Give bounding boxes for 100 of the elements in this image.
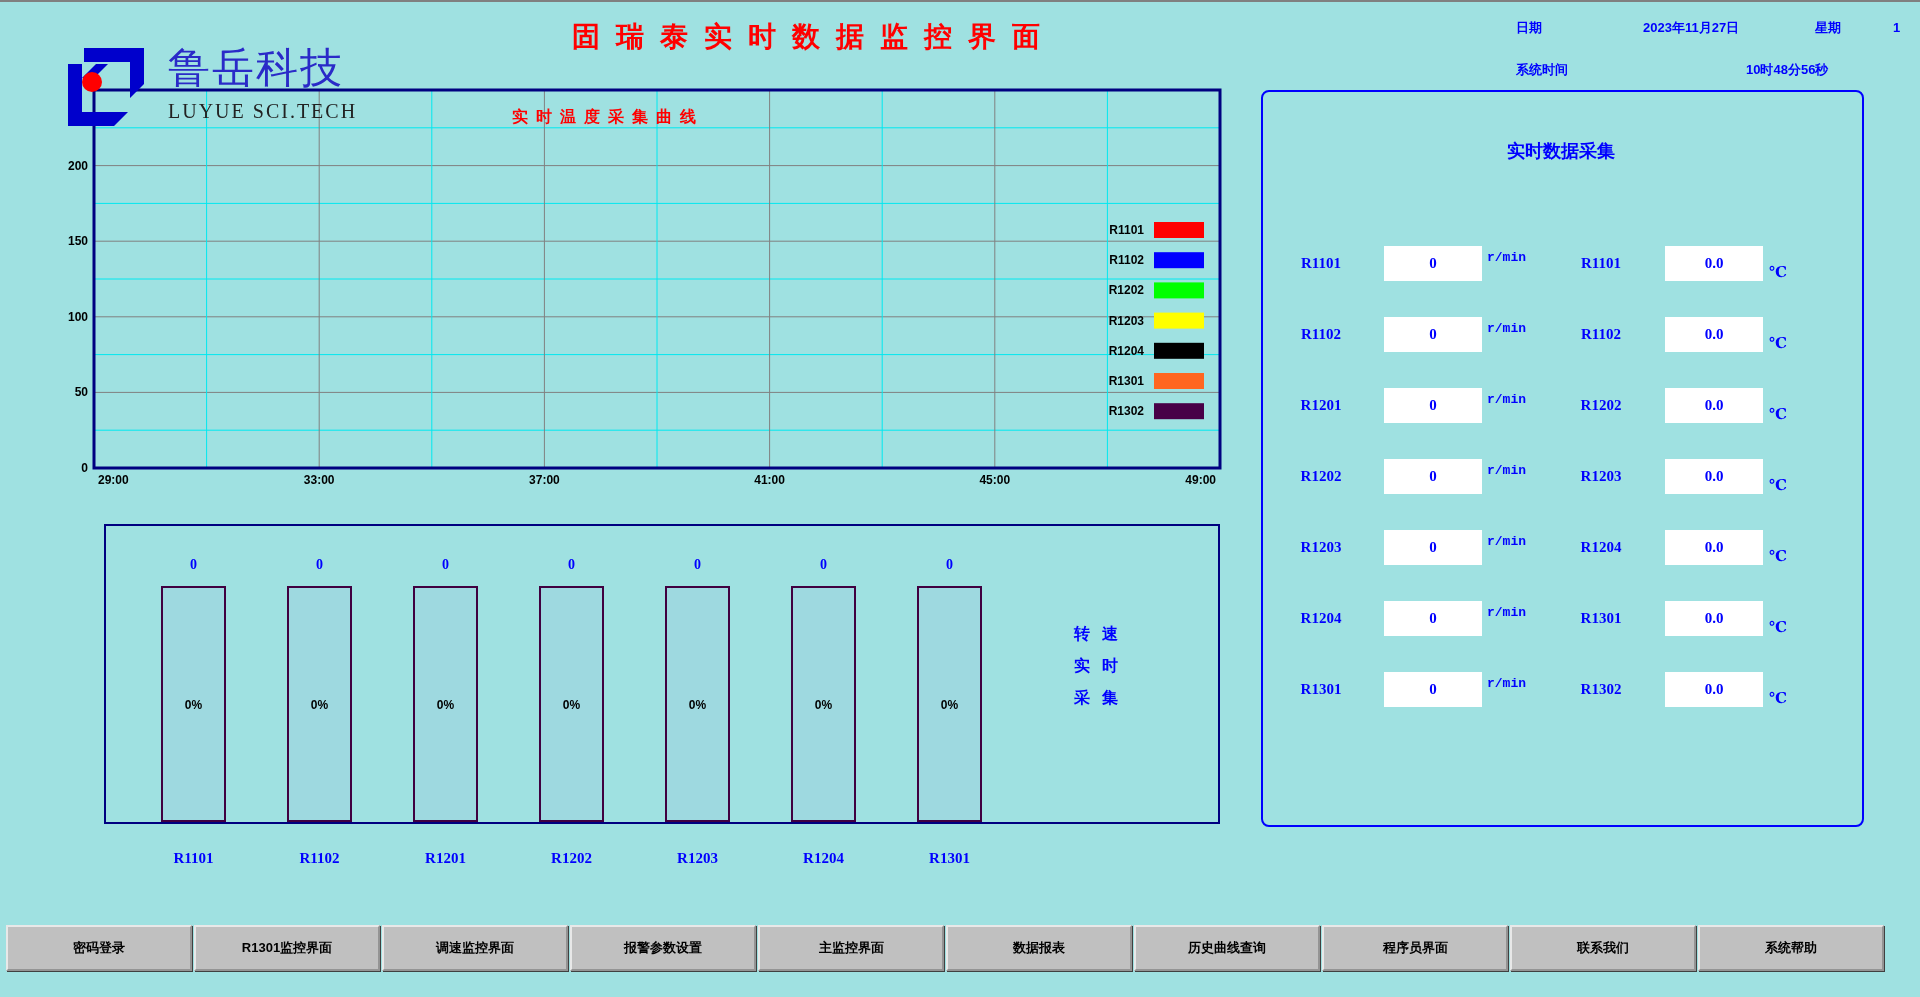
device-label: R1202 (1299, 468, 1343, 485)
unit-label: ℃ (1768, 334, 1788, 352)
x-axis-label: 41:00 (754, 473, 785, 487)
unit-label: ℃ (1768, 689, 1788, 707)
speed-reading: 0 (442, 556, 449, 574)
device-label: R1203 (1299, 539, 1343, 556)
date-value: 2023年11月27日 (1643, 19, 1741, 37)
unit-label: r/min (1486, 534, 1527, 549)
meter-label: R1102 (298, 849, 341, 868)
unit-label: r/min (1486, 392, 1527, 407)
speed-field: 0 (1384, 317, 1482, 352)
y-axis-label: 100 (67, 309, 88, 324)
panel-title: 实时数据采集 (1505, 140, 1616, 162)
nav-button[interactable]: 系统帮助 (1698, 925, 1884, 971)
temperature-field: 0.0 (1665, 530, 1763, 565)
weekday-label: 星期 (1815, 19, 1842, 37)
legend-label: R1302 (1108, 404, 1144, 419)
nav-button[interactable]: 报警参数设置 (570, 925, 756, 971)
device-label: R1101 (1300, 255, 1342, 272)
meter-label: R1203 (676, 849, 719, 868)
y-axis-label: 0 (81, 461, 88, 475)
legend-label: R1102 (1109, 253, 1144, 268)
meter-label: R1204 (802, 849, 845, 868)
nav-button[interactable]: 历史曲线查询 (1134, 925, 1320, 971)
legend-label: R1101 (1109, 223, 1144, 237)
device-label: R1301 (1299, 681, 1343, 698)
temperature-field: 0.0 (1665, 246, 1763, 281)
time-label: 系统时间 (1516, 61, 1569, 79)
nav-button[interactable]: 数据报表 (946, 925, 1132, 971)
nav-button[interactable]: 密码登录 (6, 925, 192, 971)
percent-label: 0% (688, 698, 707, 712)
speed-reading: 0 (694, 556, 701, 574)
device-label: R1102 (1580, 326, 1622, 343)
speed-field: 0 (1384, 601, 1482, 636)
nav-button[interactable]: 程序员界面 (1322, 925, 1508, 971)
device-label: R1201 (1299, 397, 1343, 414)
percent-label: 0% (940, 698, 959, 712)
speed-reading: 0 (190, 556, 197, 574)
unit-label: r/min (1486, 605, 1527, 620)
logo-icon (68, 48, 144, 126)
percent-label: 0% (184, 698, 203, 712)
legend-label: R1202 (1108, 283, 1144, 298)
meter-label: R1202 (550, 849, 593, 868)
percent-label: 0% (436, 698, 455, 712)
speed-reading: 0 (316, 556, 323, 574)
panel-caption: 采集 (1074, 688, 1130, 708)
meter-label: R1101 (172, 849, 215, 868)
meter-label: R1301 (928, 849, 971, 868)
device-label: R1202 (1579, 397, 1623, 414)
unit-label: r/min (1486, 321, 1527, 336)
unit-label: ℃ (1768, 476, 1788, 494)
y-axis-label: 200 (67, 158, 88, 173)
x-axis-label: 29:00 (98, 473, 129, 487)
unit-label: r/min (1486, 463, 1527, 478)
x-axis-label: 33:00 (303, 473, 335, 487)
speed-reading: 0 (568, 556, 575, 574)
speed-field: 0 (1384, 672, 1482, 707)
nav-button[interactable]: 调速监控界面 (382, 925, 568, 971)
unit-label: ℃ (1768, 405, 1788, 423)
device-label: R1203 (1579, 468, 1623, 485)
weekday-value: 1 (1893, 19, 1902, 37)
percent-label: 0% (310, 698, 329, 712)
screen-title: 固瑞泰实时数据监控界面 (572, 20, 1057, 54)
unit-label: ℃ (1768, 263, 1788, 281)
unit-label: r/min (1486, 676, 1527, 691)
speed-field: 0 (1384, 459, 1482, 494)
temperature-field: 0.0 (1665, 672, 1763, 707)
unit-label: r/min (1486, 250, 1527, 265)
speed-reading: 0 (946, 556, 953, 574)
temperature-field: 0.0 (1665, 459, 1763, 494)
legend-label: R1301 (1108, 374, 1144, 388)
device-label: R1101 (1580, 255, 1622, 272)
device-label: R1204 (1299, 610, 1343, 627)
brand-name: 鲁岳科技 (168, 44, 345, 92)
panel-caption: 转速 (1074, 624, 1130, 644)
x-axis-label: 45:00 (979, 473, 1011, 487)
percent-label: 0% (814, 698, 833, 712)
percent-label: 0% (562, 698, 581, 712)
date-label: 日期 (1516, 19, 1543, 37)
unit-label: ℃ (1768, 547, 1788, 565)
x-axis-label: 37:00 (529, 473, 560, 487)
y-axis-label: 50 (74, 385, 88, 400)
device-label: R1301 (1579, 610, 1623, 627)
legend-label: R1203 (1108, 313, 1144, 328)
y-axis-label: 150 (67, 234, 88, 249)
nav-button[interactable]: 主监控界面 (758, 925, 944, 971)
speed-field: 0 (1384, 388, 1482, 423)
nav-button[interactable]: 联系我们 (1510, 925, 1696, 971)
speed-field: 0 (1384, 530, 1482, 565)
device-label: R1102 (1300, 326, 1342, 343)
unit-label: ℃ (1768, 618, 1788, 636)
device-label: R1204 (1579, 539, 1623, 556)
temperature-field: 0.0 (1665, 388, 1763, 423)
time-value: 10时48分56秒 (1745, 61, 1830, 79)
device-label: R1302 (1579, 681, 1623, 698)
temperature-field: 0.0 (1665, 601, 1763, 636)
x-axis-label: 49:00 (1185, 473, 1216, 487)
speed-field: 0 (1384, 246, 1482, 281)
nav-button[interactable]: R1301监控界面 (194, 925, 380, 971)
meter-label: R1201 (424, 849, 467, 868)
